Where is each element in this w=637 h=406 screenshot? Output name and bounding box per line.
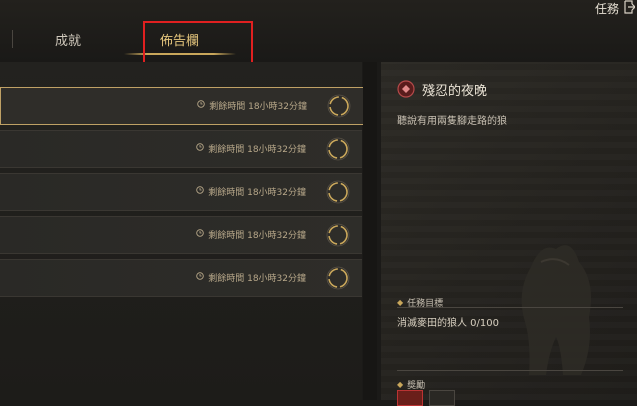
clock-icon [196, 229, 204, 240]
clock-icon [196, 143, 204, 154]
timer: 剩餘時間 18小時32分鐘 [196, 185, 306, 198]
task-link[interactable]: 任務 [595, 0, 619, 17]
refresh-icon[interactable] [327, 94, 351, 118]
remaining-time-text: 剩餘時間 18小時32分鐘 [209, 102, 307, 112]
tab-divider [12, 30, 13, 48]
top-bar: 成就 佈告欄 任務 [0, 0, 637, 78]
quest-list: 剩餘時間 18小時32分鐘 剩餘時間 18小時32分鐘 剩餘時間 18小時32分… [0, 62, 364, 400]
remaining-time-text: 剩餘時間 18小時32分鐘 [208, 231, 306, 241]
quest-row[interactable]: 剩餘時間 18小時32分鐘 [0, 87, 364, 125]
reward-item-slot[interactable] [429, 390, 455, 406]
clock-icon [196, 186, 204, 197]
reward-item-slot[interactable] [397, 390, 423, 406]
refresh-icon[interactable] [326, 137, 350, 161]
section-divider [397, 370, 623, 371]
quest-description: 聽說有用兩隻腳走路的狼 [397, 116, 507, 127]
quest-detail-panel: 殘忍的夜晚 聽說有用兩隻腳走路的狼 ◆ 任務目標 消滅麥田的狼人 0/100 ◆… [381, 62, 637, 406]
quest-row[interactable]: 剩餘時間 18小時32分鐘 [0, 173, 362, 211]
quest-row[interactable]: 剩餘時間 18小時32分鐘 [0, 259, 362, 297]
quest-emblem-icon [397, 80, 415, 98]
tab-achievements[interactable]: 成就 [55, 30, 81, 49]
objective-text: 消滅麥田的狼人 0/100 [397, 318, 499, 329]
section-divider [397, 307, 623, 308]
diamond-icon: ◆ [397, 298, 404, 307]
werewolf-illustration [521, 245, 592, 375]
panel-separator [363, 62, 377, 400]
exit-icon[interactable] [623, 0, 635, 14]
remaining-time-text: 剩餘時間 18小時32分鐘 [208, 274, 306, 284]
diamond-icon: ◆ [397, 380, 404, 389]
refresh-icon[interactable] [326, 180, 350, 204]
refresh-icon[interactable] [326, 266, 350, 290]
quest-row[interactable]: 剩餘時間 18小時32分鐘 [0, 216, 362, 254]
timer: 剩餘時間 18小時32分鐘 [196, 142, 306, 155]
remaining-time-text: 剩餘時間 18小時32分鐘 [208, 145, 306, 155]
timer: 剩餘時間 18小時32分鐘 [197, 99, 307, 112]
timer: 剩餘時間 18小時32分鐘 [196, 228, 306, 241]
timer: 剩餘時間 18小時32分鐘 [196, 271, 306, 284]
remaining-time-text: 剩餘時間 18小時32分鐘 [208, 188, 306, 198]
quest-title: 殘忍的夜晚 [422, 84, 488, 99]
clock-icon [196, 272, 204, 283]
refresh-icon[interactable] [326, 223, 350, 247]
quest-row[interactable]: 剩餘時間 18小時32分鐘 [0, 130, 362, 168]
clock-icon [197, 100, 205, 111]
